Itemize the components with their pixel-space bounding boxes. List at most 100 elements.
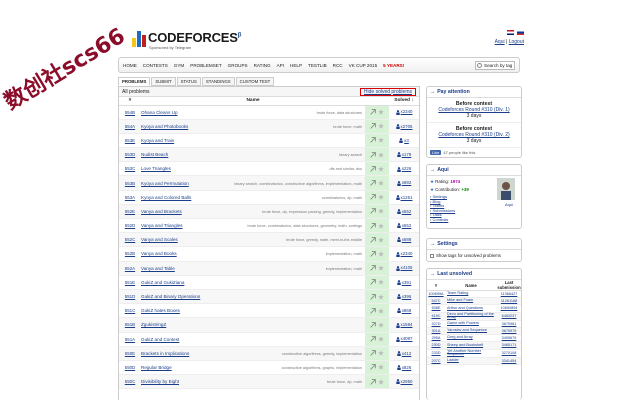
unsolved-id-link[interactable]: 295A xyxy=(427,334,445,343)
menu-contests[interactable]: CONTESTS xyxy=(143,63,168,68)
unsolved-id-link[interactable]: 327D xyxy=(427,320,445,328)
submit-icon[interactable] xyxy=(370,322,377,328)
menu-vkcup[interactable]: VK CUP 2015 xyxy=(349,63,378,68)
hide-solved-link[interactable]: Hide solved problems xyxy=(359,87,416,96)
favorite-star-icon[interactable] xyxy=(377,308,384,314)
solved-count[interactable]: x1261 xyxy=(389,190,419,205)
unsolved-id-link[interactable]: 230D xyxy=(427,341,445,350)
submit-icon[interactable] xyxy=(370,378,377,385)
solved-count[interactable]: x2705 xyxy=(389,119,419,134)
menu-api[interactable]: API xyxy=(277,63,284,68)
favorite-star-icon[interactable] xyxy=(377,336,384,342)
submit-icon[interactable] xyxy=(370,336,377,342)
unsolved-id-link[interactable]: 100699A xyxy=(427,290,445,299)
favorite-star-icon[interactable] xyxy=(377,123,384,129)
problem-tags[interactable]: binary search, combinatorics, constructi… xyxy=(234,182,362,186)
problem-tags[interactable]: brute force, dp, math xyxy=(327,380,362,384)
avatar-name[interactable]: Aqui xyxy=(505,202,513,207)
problem-name-link[interactable]: Vanya and Scales xyxy=(141,237,178,242)
problem-name-link[interactable]: Regular Bridge xyxy=(141,365,172,370)
favorite-star-icon[interactable] xyxy=(377,222,384,229)
russian-flag-icon[interactable] xyxy=(517,30,524,36)
unsolved-id-link[interactable]: 538E xyxy=(427,304,445,313)
problem-name-link[interactable]: GukiZ and GukiZiana xyxy=(141,280,184,285)
codeforces-logo[interactable]: CODEFORCESβ Sponsored by Telegram xyxy=(132,27,242,53)
solved-count[interactable]: x412 xyxy=(389,346,419,361)
favorite-star-icon[interactable] xyxy=(377,237,384,243)
solved-count[interactable]: x4105 xyxy=(389,261,419,276)
favorite-star-icon[interactable] xyxy=(377,350,384,356)
solved-count[interactable]: x226 xyxy=(389,161,419,177)
unsolved-name-link[interactable]: Yet Another Number Sequence xyxy=(445,349,497,358)
menu-help[interactable]: HELP xyxy=(290,63,302,68)
solved-count[interactable]: x826 xyxy=(389,360,419,376)
problem-name-link[interactable]: Nudist Beach xyxy=(141,152,168,157)
problem-tags[interactable]: brute force, dp, expression parsing, gre… xyxy=(262,210,362,214)
unsolved-submission-link[interactable]: 6483237 xyxy=(497,312,521,321)
solved-count[interactable]: x396 xyxy=(389,289,419,305)
col-name-header[interactable]: Name xyxy=(141,97,365,106)
unsolved-submission-link[interactable]: 3675979 xyxy=(497,327,521,336)
profile-link-contests[interactable]: Contests xyxy=(430,217,518,223)
favorite-star-icon[interactable] xyxy=(377,322,384,328)
problem-id-link[interactable]: 552E xyxy=(119,204,141,220)
problem-id-link[interactable]: 553B xyxy=(119,175,141,191)
favorite-star-icon[interactable] xyxy=(377,279,384,285)
submit-icon[interactable] xyxy=(370,279,377,286)
problem-id-link[interactable]: 550C xyxy=(119,374,141,390)
tab-custom-test[interactable]: CUSTOM TEST xyxy=(235,77,275,86)
tab-standings[interactable]: STANDINGS xyxy=(201,77,235,86)
unsolved-submission-link[interactable]: 3270108 xyxy=(497,349,521,358)
favorite-star-icon[interactable] xyxy=(377,208,384,214)
unsolved-submission-link[interactable]: 3409679 xyxy=(497,334,521,343)
unsolved-name-link[interactable]: Greg and Array xyxy=(445,334,497,343)
favorite-star-icon[interactable] xyxy=(377,151,384,158)
favorite-star-icon[interactable] xyxy=(377,378,384,385)
problem-name-link[interactable]: Kyoya and Permutation xyxy=(141,181,189,186)
problem-name-link[interactable]: Kyoya and Photobooks xyxy=(141,124,188,129)
submit-icon[interactable] xyxy=(370,123,377,129)
show-tags-setting[interactable]: Show tags for unsolved problems xyxy=(427,250,521,261)
solved-count[interactable]: x2340 xyxy=(389,246,419,262)
menu-home[interactable]: HOME xyxy=(123,63,137,68)
solved-count[interactable]: x4097 xyxy=(389,332,419,347)
unsolved-submission-link[interactable]: 10650894 xyxy=(497,304,521,313)
favorite-star-icon[interactable] xyxy=(377,137,384,144)
avatar[interactable] xyxy=(497,178,515,200)
problem-tags[interactable]: brute force, combinatorics, data structu… xyxy=(247,224,362,228)
unsolved-name-link[interactable]: Ladder xyxy=(445,357,497,365)
favorite-star-icon[interactable] xyxy=(377,251,384,257)
problem-tags[interactable]: brute force, math xyxy=(333,125,362,129)
submit-icon[interactable] xyxy=(370,151,377,158)
problem-tags[interactable]: combinatorics, dp, math xyxy=(322,196,362,200)
unsolved-id-link[interactable]: 233D xyxy=(427,349,445,358)
problem-tags[interactable]: implementation, math xyxy=(326,252,362,256)
problem-id-link[interactable]: 553A xyxy=(119,190,141,205)
unsolved-id-link[interactable]: 301A xyxy=(427,327,445,336)
problem-name-link[interactable]: Vanya and Books xyxy=(141,251,177,256)
problem-name-link[interactable]: Vanya and Table xyxy=(141,266,175,271)
submit-icon[interactable] xyxy=(370,194,377,200)
problem-name-link[interactable]: Vanya and Brackets xyxy=(141,209,182,214)
problem-id-link[interactable]: 554A xyxy=(119,119,141,134)
problem-tags[interactable]: brute force, greedy, math, meet-in-the-m… xyxy=(286,238,362,242)
unsolved-submission-link[interactable]: 3341454 xyxy=(497,357,521,365)
problem-name-link[interactable]: Kyoya and Train xyxy=(141,138,174,143)
submit-icon[interactable] xyxy=(370,236,377,243)
solved-count[interactable]: x868 xyxy=(389,303,419,319)
unsolved-submission-link[interactable]: 11261168 xyxy=(497,297,521,306)
problem-tags[interactable]: constructive algorithms, graphs, impleme… xyxy=(282,366,362,370)
solved-count[interactable]: x3 xyxy=(389,133,419,149)
unsolved-name-link[interactable]: Mike and Foam xyxy=(445,297,497,306)
submit-icon[interactable] xyxy=(370,350,377,356)
submit-icon[interactable] xyxy=(370,364,377,371)
problem-tags[interactable]: dfs and similar, dsu xyxy=(330,167,363,171)
tab-submit[interactable]: SUBMIT xyxy=(151,77,176,86)
menu-testlib[interactable]: TESTLIB xyxy=(308,63,327,68)
solved-count[interactable]: x692 xyxy=(389,175,419,191)
solved-count[interactable]: x391 xyxy=(389,275,419,290)
unsolved-submission-link[interactable]: 3465171 xyxy=(497,341,521,350)
unsolved-id-link[interactable]: 207C xyxy=(427,357,445,365)
problem-name-link[interactable]: GukiZ and Binary Operations xyxy=(141,294,200,299)
solved-count[interactable]: x1584 xyxy=(389,317,419,333)
